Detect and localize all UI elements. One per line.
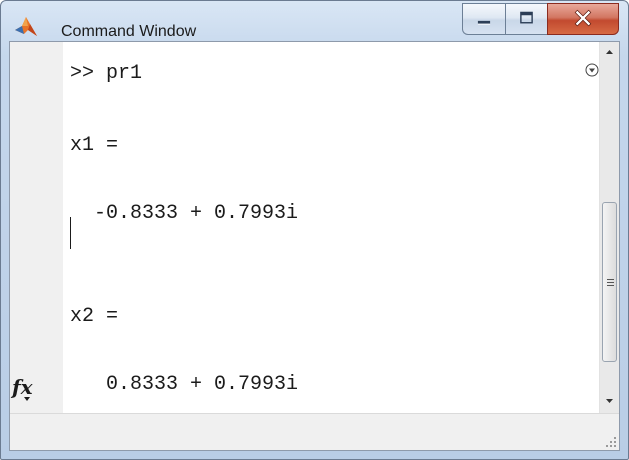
dropdown-arrow-icon bbox=[24, 397, 30, 401]
scroll-down-icon[interactable] bbox=[600, 391, 619, 411]
window-actions-icon[interactable] bbox=[585, 63, 599, 77]
command-output[interactable]: >> pr1 x1 = -0.8333 + 0.7993i x2 = 0.833… bbox=[63, 42, 599, 413]
command-window-client: fx >> pr1 x1 = -0.8333 + 0.7993i x2 = 0.… bbox=[9, 41, 620, 451]
status-bar bbox=[10, 413, 619, 450]
command-window: Command Window fx >> pr1 x1 = -0.8333 + … bbox=[0, 0, 629, 460]
output-variable-label: x1 = bbox=[70, 134, 119, 157]
minimize-icon bbox=[477, 20, 491, 25]
vertical-scrollbar[interactable] bbox=[599, 42, 619, 413]
minimize-button[interactable] bbox=[462, 3, 505, 35]
title-bar[interactable]: Command Window bbox=[1, 1, 628, 41]
function-browser-button[interactable]: fx bbox=[12, 375, 33, 401]
maximize-button[interactable] bbox=[505, 3, 547, 35]
close-button[interactable] bbox=[547, 3, 619, 35]
text-cursor bbox=[70, 217, 71, 249]
output-value: -0.8333 + 0.7993i bbox=[70, 202, 299, 225]
fx-icon: fx bbox=[12, 375, 33, 399]
command-line: >> pr1 bbox=[70, 62, 143, 85]
close-icon bbox=[574, 9, 592, 27]
resize-grip-icon[interactable] bbox=[603, 434, 617, 448]
prompt-gutter: fx bbox=[10, 42, 63, 413]
matlab-icon bbox=[15, 17, 37, 36]
caption-buttons bbox=[462, 3, 619, 37]
window-title: Command Window bbox=[61, 23, 197, 40]
scroll-up-icon[interactable] bbox=[600, 42, 619, 62]
output-value: 0.8333 + 0.7993i bbox=[70, 373, 299, 396]
maximize-icon bbox=[520, 11, 533, 24]
grip-icon bbox=[607, 279, 614, 286]
scrollbar-thumb[interactable] bbox=[602, 202, 617, 362]
output-variable-label: x2 = bbox=[70, 305, 119, 328]
